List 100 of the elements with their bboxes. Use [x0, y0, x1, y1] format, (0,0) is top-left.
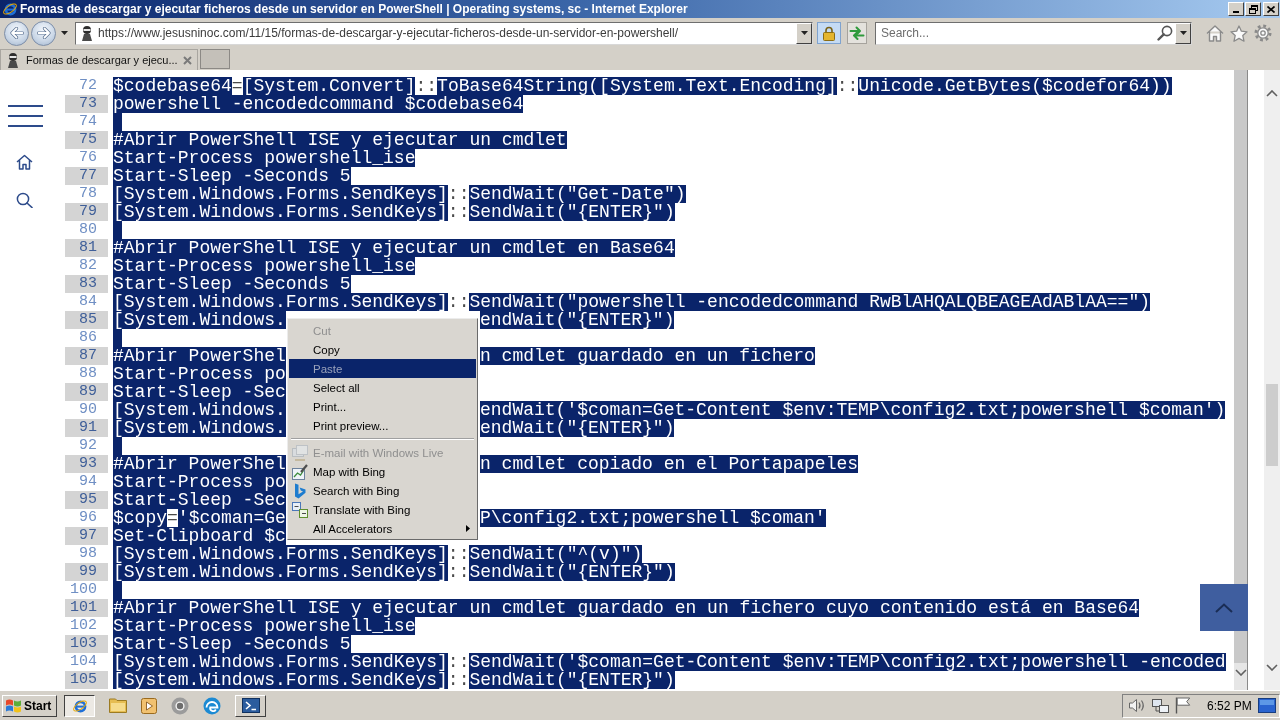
code-text: Start-Process powershell_ise — [113, 149, 416, 167]
line-number: 89 — [65, 383, 108, 401]
line-number: 77 — [65, 167, 108, 185]
taskbar-button[interactable] — [64, 694, 95, 717]
terminal-icon — [241, 698, 260, 713]
code-text: #Abrir PowerShell ISE y ejecutar un cmdlet — [113, 131, 567, 149]
code-text: ToBase64String([System.Text.Encoding] — [437, 77, 837, 95]
search-icon[interactable] — [16, 192, 33, 208]
close-icon — [1267, 5, 1275, 13]
code-text: Unicode.GetBytes($codefor64)) — [858, 77, 1172, 95]
menu-item[interactable]: Copy — [289, 340, 476, 359]
line-number: 86 — [78, 329, 98, 347]
address-dropdown-button[interactable] — [796, 22, 812, 44]
lock-button[interactable] — [817, 22, 841, 44]
speaker-icon[interactable] — [1129, 698, 1146, 713]
code-text: Start-Process powershell_ise — [113, 617, 416, 635]
code-text: :: — [836, 77, 859, 95]
scrollbar-track[interactable] — [1264, 70, 1280, 690]
line-number: 81 — [65, 239, 108, 257]
menu-item[interactable]: Search with Bing — [289, 481, 476, 500]
arrows-button[interactable] — [847, 22, 867, 44]
line-number: 74 — [78, 113, 98, 131]
code-text: [System.Windows.Forms.SendKeys] — [113, 671, 448, 689]
menu-item[interactable]: Translate with Bing — [289, 500, 476, 519]
browser-icon — [71, 697, 88, 714]
back-button[interactable] — [4, 20, 29, 46]
line-number: 72 — [78, 77, 98, 95]
desktop-icon[interactable] — [1258, 698, 1276, 713]
browser-tab[interactable]: Formas de descargar y ejecu... — [0, 49, 198, 70]
menu-item[interactable]: Print... — [289, 397, 476, 416]
minimize-button[interactable] — [1228, 2, 1244, 16]
code-text: $copy — [113, 509, 167, 527]
code-text: Start-Sleep -Sec — [113, 383, 286, 401]
scroll-down-icon[interactable] — [1234, 669, 1247, 676]
code-text: powershell -encodedcommand $codebase64 — [113, 95, 524, 113]
scrollbar-thumb[interactable] — [1266, 384, 1278, 466]
search-icon[interactable] — [1157, 25, 1173, 41]
home-icon[interactable] — [16, 154, 33, 170]
line-number: 90 — [78, 401, 98, 419]
menu-icon[interactable] — [8, 105, 43, 127]
flag-icon[interactable] — [1175, 697, 1191, 714]
code-text: #Abrir PowerShel — [113, 455, 286, 473]
swap-arrows-icon — [849, 26, 865, 40]
code-text: SendWait("Get-Date") — [469, 185, 686, 203]
code-text: [System.Windows.Forms.SendKeys] — [113, 293, 448, 311]
code-text: Start-Sleep -Seconds 5 — [113, 167, 351, 185]
settings-icon[interactable] — [1254, 24, 1272, 42]
restore-button[interactable] — [1245, 2, 1261, 16]
line-number: 92 — [78, 437, 98, 455]
scroll-up-icon[interactable] — [1266, 90, 1278, 97]
close-button[interactable] — [1263, 2, 1279, 16]
code-text: endWait("{ENTER}") — [480, 311, 675, 329]
line-number: 104 — [69, 653, 98, 671]
line-number: 101 — [65, 599, 108, 617]
code-text: [System.Windows.Forms.SendKeys] — [113, 203, 448, 221]
search-field[interactable]: Search... — [875, 21, 1192, 45]
code-text: :: — [447, 293, 470, 311]
address-field[interactable]: https://www.jesusninoc.com/11/15/formas-de-descargar-y-ejecutar-ficheros-desde-un-servidor-en-powershell/ — [75, 21, 813, 45]
code-text: :: — [447, 653, 470, 671]
scroll-down-icon[interactable] — [1266, 664, 1278, 671]
line-number: 76 — [78, 149, 98, 167]
code-text: = — [167, 509, 178, 527]
code-text: SendWait("^(v)") — [469, 545, 643, 563]
code-text: :: — [447, 545, 470, 563]
browser-icon — [2, 1, 18, 17]
line-number: 96 — [78, 509, 98, 527]
caret-icon[interactable] — [61, 31, 68, 35]
code-text: SendWait("{ENTER}") — [469, 563, 675, 581]
chart-pen-icon — [292, 463, 308, 480]
start-button[interactable]: Start — [2, 694, 57, 717]
ring-icon[interactable] — [171, 696, 189, 715]
network-icon[interactable] — [1152, 698, 1169, 713]
menu-item[interactable]: All Accelerators — [289, 519, 476, 538]
code-text: Start-Sleep -Sec — [113, 491, 286, 509]
code-text: $codebase64 — [113, 77, 232, 95]
code-text: endWait("{ENTER}") — [480, 419, 675, 437]
close-icon[interactable] — [183, 55, 192, 65]
clock[interactable]: 6:52 PM — [1207, 698, 1252, 713]
star-icon[interactable] — [1230, 24, 1248, 42]
play-icon[interactable] — [141, 697, 157, 714]
forward-button[interactable] — [31, 20, 56, 46]
caret-icon — [800, 31, 808, 35]
folder-icon[interactable] — [109, 698, 127, 713]
line-number: 79 — [65, 203, 108, 221]
minimize-icon — [1233, 11, 1239, 13]
line-number: 102 — [69, 617, 98, 635]
search-dropdown-button[interactable] — [1175, 22, 1191, 44]
menu-item[interactable]: Print preview... — [289, 416, 476, 435]
code-text: [System.Windows.Forms.SendKeys] — [113, 563, 448, 581]
code-text: [System.Windows. — [113, 311, 286, 329]
line-number: 103 — [65, 635, 108, 653]
line-number: 85 — [65, 311, 108, 329]
logo-icon — [294, 482, 306, 499]
swirl-icon[interactable] — [203, 696, 221, 715]
code-text: = — [231, 77, 243, 95]
menu-item[interactable]: Select all — [289, 378, 476, 397]
code-text: '$coman=Ge — [177, 509, 286, 527]
menu-item[interactable]: Map with Bing — [289, 462, 476, 481]
code-text: SendWait("{ENTER}") — [469, 203, 675, 221]
line-number: 84 — [78, 293, 98, 311]
